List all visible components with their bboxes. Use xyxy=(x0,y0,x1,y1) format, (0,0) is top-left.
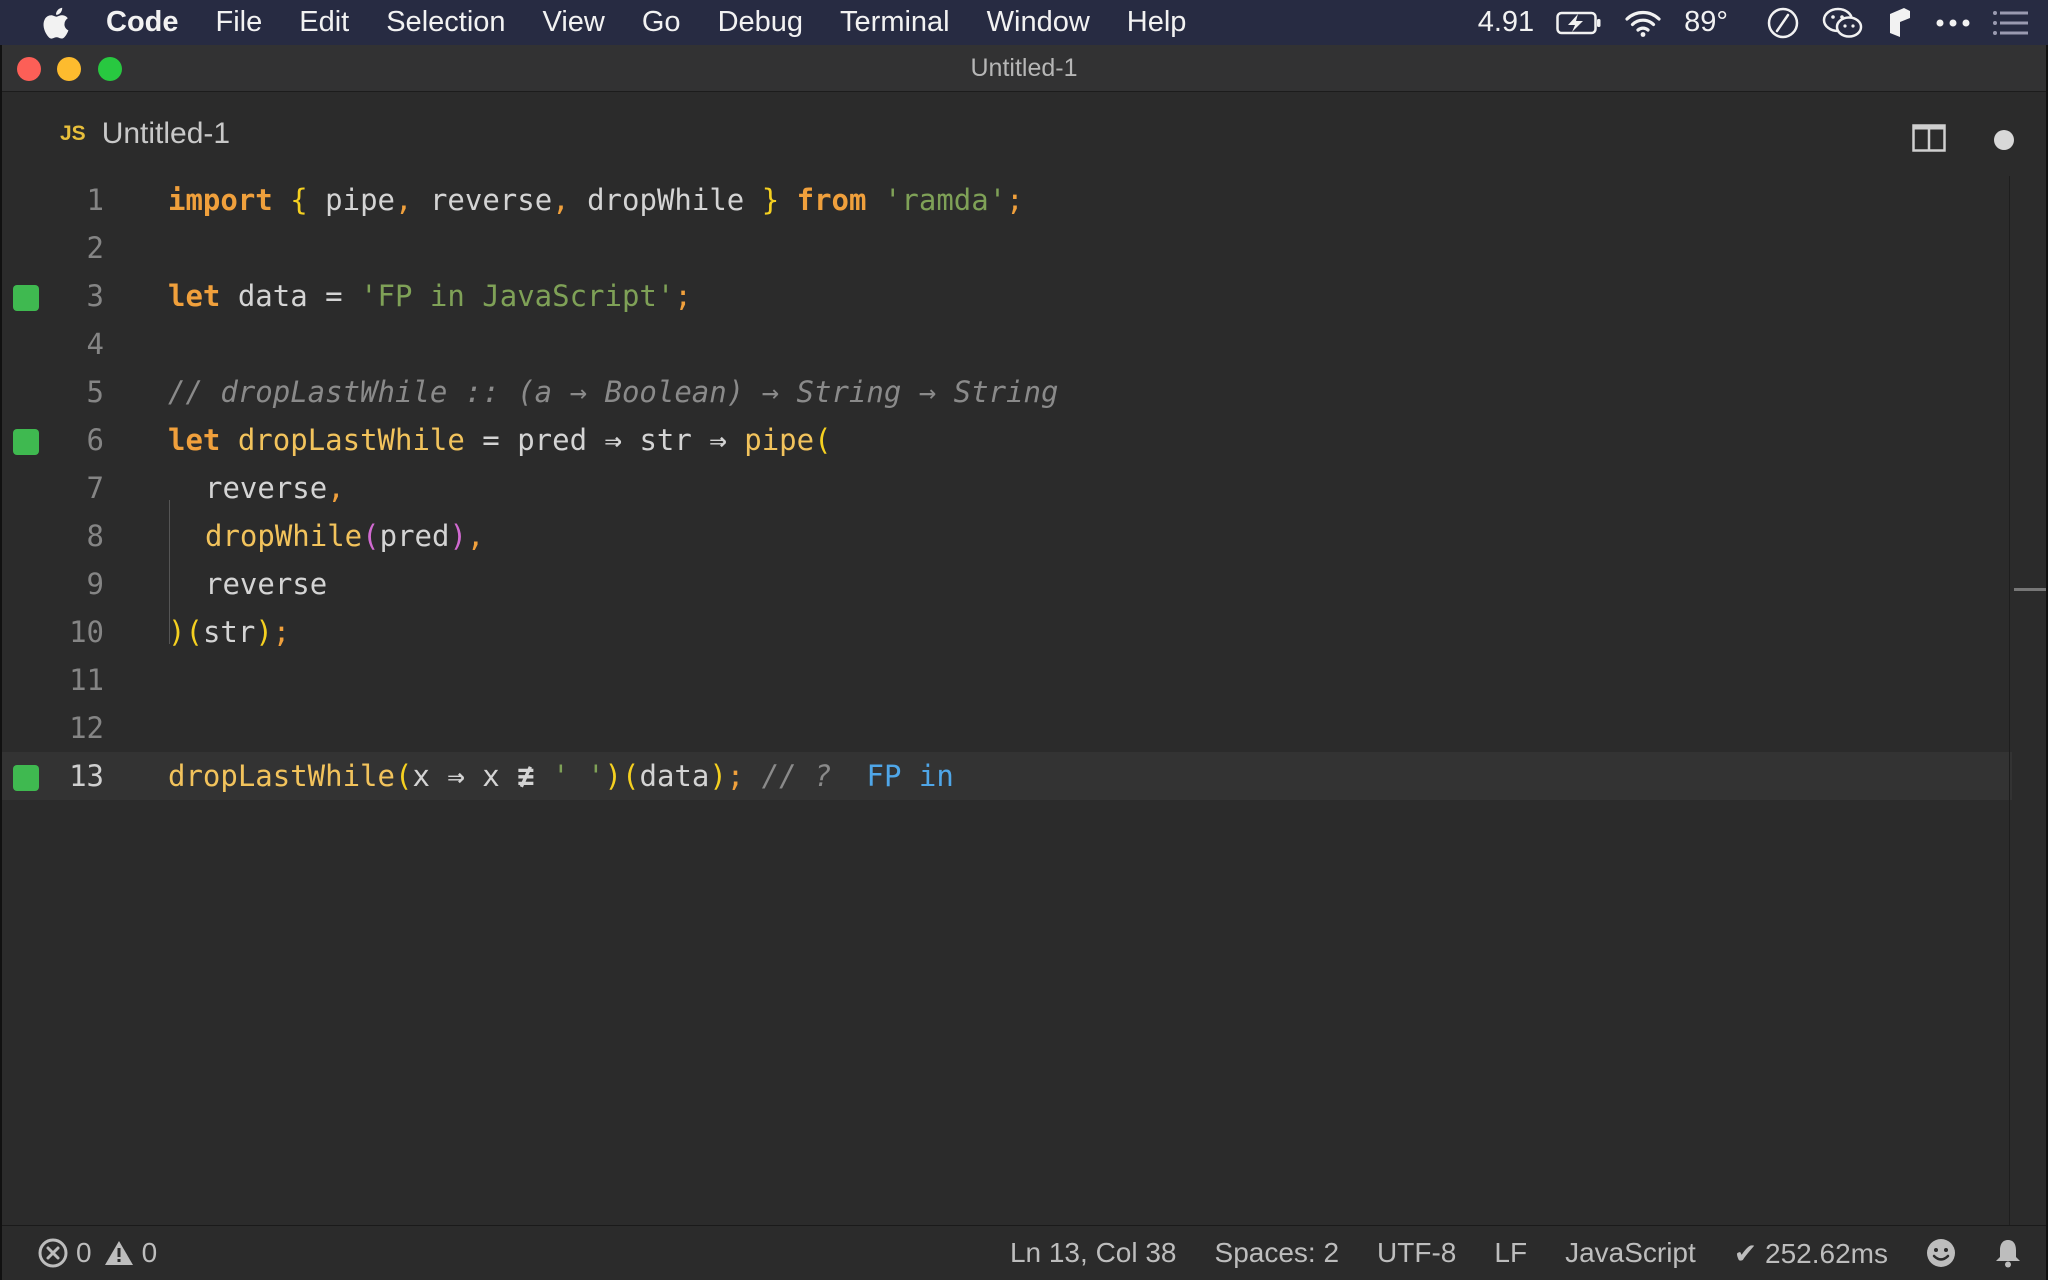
menu-go[interactable]: Go xyxy=(642,6,681,39)
vertical-scrollbar[interactable] xyxy=(2009,176,2046,1226)
notifications-bell-icon[interactable] xyxy=(1994,1238,2022,1268)
macos-menu-bar: Code File Edit Selection View Go Debug T… xyxy=(0,0,2048,45)
code-line[interactable]: 10 )(str); xyxy=(2,608,2012,656)
menu-view[interactable]: View xyxy=(543,6,605,39)
line-number: 13 xyxy=(69,759,104,793)
code-text: let data = 'FP in JavaScript'; xyxy=(168,279,692,313)
line-number: 4 xyxy=(86,327,104,361)
quokka-coverage-marker xyxy=(13,765,39,791)
indentation-setting[interactable]: Spaces: 2 xyxy=(1215,1237,1340,1269)
quokka-coverage-marker xyxy=(13,429,39,455)
scrollbar-cursor-marker xyxy=(2014,588,2046,591)
line-number: 10 xyxy=(69,615,104,649)
menu-window[interactable]: Window xyxy=(987,6,1090,39)
code-line[interactable]: 2 xyxy=(2,224,2012,272)
line-number: 1 xyxy=(86,183,104,217)
code-text: import { pipe, reverse, dropWhile } from… xyxy=(168,183,1024,217)
tab-untitled-1[interactable]: JS Untitled-1 xyxy=(2,92,258,176)
code-line[interactable]: 8 dropWhile(pred), xyxy=(2,512,2012,560)
code-text: )(str); xyxy=(168,615,291,649)
code-text: reverse, xyxy=(205,471,345,505)
code-line[interactable]: 5 // dropLastWhile :: (a → Boolean) → St… xyxy=(2,368,2012,416)
list-icon[interactable] xyxy=(1992,10,2028,36)
close-window-button[interactable] xyxy=(17,57,41,81)
wifi-icon[interactable] xyxy=(1624,8,1662,38)
line-number: 7 xyxy=(86,471,104,505)
code-line[interactable]: 11 xyxy=(2,656,2012,704)
window-titlebar[interactable]: Untitled-1 xyxy=(2,45,2046,92)
menu-help[interactable]: Help xyxy=(1127,6,1187,39)
cursor-position[interactable]: Ln 13, Col 38 xyxy=(1010,1237,1177,1269)
apple-icon[interactable] xyxy=(40,6,70,40)
error-count: 0 xyxy=(76,1237,92,1268)
code-text: dropWhile(pred), xyxy=(205,519,485,553)
line-number: 11 xyxy=(69,663,104,697)
clock-icon[interactable] xyxy=(1766,6,1800,40)
code-line-current[interactable]: 13 dropLastWhile(x ⇒ x ≢ ' ')(data); // … xyxy=(2,752,2012,800)
code-line[interactable]: 7 reverse, xyxy=(2,464,2012,512)
tab-label: Untitled-1 xyxy=(101,117,231,150)
code-text: reverse xyxy=(205,567,328,601)
more-icon[interactable] xyxy=(1936,18,1970,28)
code-editor[interactable]: 1 import { pipe, reverse, dropWhile } fr… xyxy=(2,176,2012,1226)
code-line[interactable]: 1 import { pipe, reverse, dropWhile } fr… xyxy=(2,176,2012,224)
code-line[interactable]: 3 let data = 'FP in JavaScript'; xyxy=(2,272,2012,320)
split-editor-icon[interactable] xyxy=(1912,124,1946,152)
battery-charging-icon[interactable] xyxy=(1556,10,1602,36)
quokka-coverage-marker xyxy=(13,285,39,311)
minimize-window-button[interactable] xyxy=(57,57,81,81)
inline-result: FP in xyxy=(849,759,954,793)
status-items: Ln 13, Col 38 Spaces: 2 UTF-8 LF JavaScr… xyxy=(972,1226,2022,1280)
code-line[interactable]: 6 let dropLastWhile = pred ⇒ str ⇒ pipe( xyxy=(2,416,2012,464)
line-number: 8 xyxy=(86,519,104,553)
problems-indicator[interactable]: 0 0 xyxy=(38,1226,157,1280)
zoom-window-button[interactable] xyxy=(98,57,122,81)
code-line[interactable]: 9 reverse xyxy=(2,560,2012,608)
line-number: 2 xyxy=(86,231,104,265)
menu-selection[interactable]: Selection xyxy=(386,6,505,39)
quokka-timing[interactable]: ✔ 252.62ms xyxy=(1734,1237,1888,1270)
unsaved-changes-dot-icon[interactable] xyxy=(1994,130,2014,150)
code-line[interactable]: 4 xyxy=(2,320,2012,368)
line-number: 5 xyxy=(86,375,104,409)
status-bar: 0 0 Ln 13, Col 38 Spaces: 2 UTF-8 LF Jav… xyxy=(2,1225,2046,1280)
code-text: dropLastWhile(x ⇒ x ≢ ' ')(data); // ? F… xyxy=(168,759,954,793)
language-mode[interactable]: JavaScript xyxy=(1565,1237,1696,1269)
wechat-icon[interactable] xyxy=(1822,6,1864,40)
line-number: 6 xyxy=(86,423,104,457)
warning-icon xyxy=(104,1241,133,1265)
code-line[interactable]: 12 xyxy=(2,704,2012,752)
code-text: let dropLastWhile = pred ⇒ str ⇒ pipe( xyxy=(168,423,832,457)
feedback-smiley-icon[interactable] xyxy=(1926,1238,1956,1268)
menu-items: Code File Edit Selection View Go Debug T… xyxy=(106,6,1223,39)
javascript-file-icon: JS xyxy=(60,122,86,145)
line-number: 9 xyxy=(86,567,104,601)
menu-code[interactable]: Code xyxy=(106,6,179,39)
menu-terminal[interactable]: Terminal xyxy=(840,6,950,39)
temperature[interactable]: 89° xyxy=(1684,6,1728,39)
line-number: 12 xyxy=(69,711,104,745)
menu-edit[interactable]: Edit xyxy=(299,6,349,39)
editor-window: Untitled-1 JS Untitled-1 1 import { pipe… xyxy=(0,45,2048,1280)
line-number: 3 xyxy=(86,279,104,313)
app-icon[interactable] xyxy=(1886,6,1914,40)
line-ending[interactable]: LF xyxy=(1494,1237,1527,1269)
warning-count: 0 xyxy=(141,1237,158,1268)
editor-tab-bar: JS Untitled-1 xyxy=(2,92,2046,176)
menu-debug[interactable]: Debug xyxy=(718,6,803,39)
error-icon xyxy=(38,1238,68,1268)
menu-file[interactable]: File xyxy=(216,6,263,39)
file-encoding[interactable]: UTF-8 xyxy=(1377,1237,1456,1269)
code-text: // dropLastWhile :: (a → Boolean) → Stri… xyxy=(168,375,1059,409)
menubar-status-area: 4.91 89° xyxy=(1478,0,2048,45)
cpu-value[interactable]: 4.91 xyxy=(1478,6,1534,39)
window-title: Untitled-1 xyxy=(970,54,1078,82)
